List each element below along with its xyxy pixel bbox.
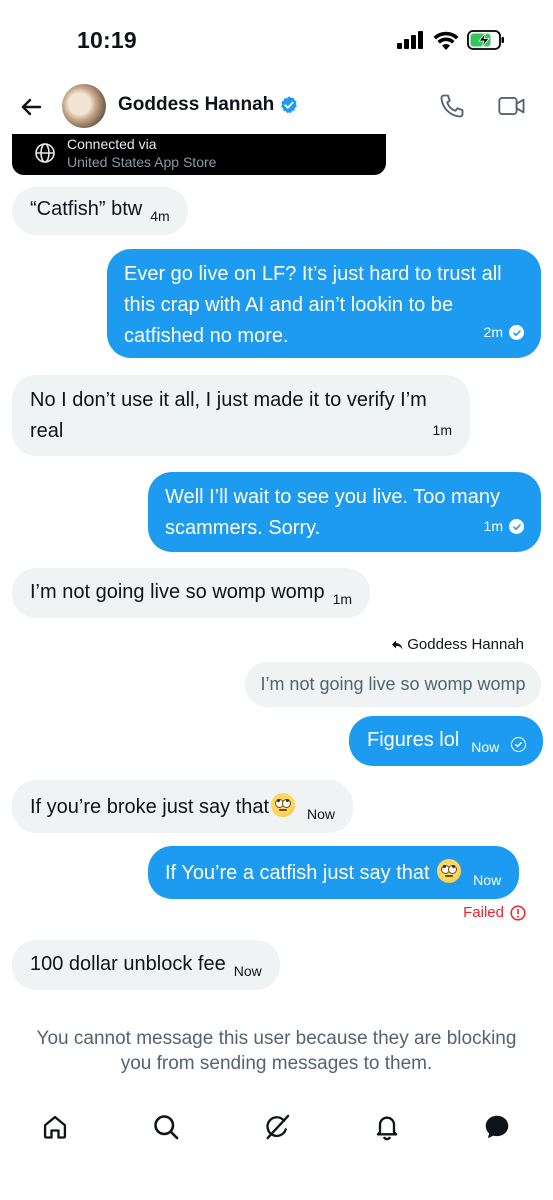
message-text: Well I’ll wait to see you live. Too many… <box>165 486 500 539</box>
status-bar: 10:19 <box>0 0 553 80</box>
home-indicator-area <box>0 1180 553 1200</box>
failed-status[interactable]: Failed <box>463 904 526 921</box>
message-meta: 1m <box>484 511 524 542</box>
message-text: I’m not going live so womp womp <box>30 581 325 603</box>
voice-call-button[interactable] <box>438 92 468 122</box>
message-outgoing[interactable]: If You’re a catfish just say that Now <box>148 846 520 899</box>
sent-check-icon <box>509 325 524 340</box>
failed-label: Failed <box>463 904 504 921</box>
video-camera-icon <box>498 97 525 115</box>
message-incoming[interactable]: I’m not going live so womp womp 1m <box>12 568 371 618</box>
rolling-eyes-emoji-icon <box>271 793 296 817</box>
message-text: Ever go live on LF? It’s just hard to tr… <box>124 263 502 347</box>
home-icon <box>43 1115 67 1139</box>
connected-label: Connected via <box>67 136 157 152</box>
error-info-icon <box>510 904 526 921</box>
message-outgoing[interactable]: Well I’ll wait to see you live. Too many… <box>148 472 541 552</box>
status-time: 10:19 <box>77 27 137 53</box>
message-time: 2m <box>483 324 503 340</box>
nav-messages[interactable] <box>480 1110 514 1144</box>
message-text: If You’re a catfish just say that <box>165 862 430 884</box>
message-time: Now <box>473 872 502 888</box>
back-arrow-icon <box>21 98 42 116</box>
message-time: 1m <box>432 422 452 438</box>
phone-icon <box>440 94 464 118</box>
message-text: “Catfish” btw <box>30 198 143 220</box>
message-time: 1m <box>483 518 503 534</box>
message-text: 100 dollar unblock fee <box>30 953 226 975</box>
reply-arrow-icon <box>392 640 403 649</box>
message-incoming[interactable]: No I don’t use it all, I just made it to… <box>12 375 470 456</box>
avatar[interactable] <box>62 84 106 128</box>
nav-grok[interactable] <box>260 1110 294 1144</box>
message-time: 4m <box>150 208 170 224</box>
message-incoming[interactable]: 100 dollar unblock fee Now <box>12 940 280 990</box>
search-icon <box>154 1115 179 1140</box>
bottom-navigation <box>0 1100 553 1156</box>
message-incoming[interactable]: If you’re broke just say that Now <box>12 780 354 833</box>
bell-icon <box>376 1116 398 1141</box>
cellular-signal-icon <box>397 31 425 54</box>
message-outgoing[interactable]: Ever go live on LF? It’s just hard to tr… <box>107 249 541 358</box>
sent-check-icon <box>509 519 524 534</box>
message-time: Now <box>233 963 262 979</box>
message-meta: 2m <box>484 317 524 348</box>
conversation-title[interactable]: Goddess Hannah <box>118 94 299 116</box>
message-text: Figures lol <box>367 729 460 751</box>
message-time: Now <box>471 739 500 755</box>
nav-search[interactable] <box>149 1110 183 1144</box>
reply-indicator: Goddess Hannah <box>391 636 524 653</box>
verified-badge-icon <box>281 96 298 114</box>
wifi-icon <box>433 31 459 55</box>
back-button[interactable] <box>14 90 48 124</box>
contact-name: Goddess Hannah <box>118 94 275 115</box>
sending-check-icon <box>510 737 526 752</box>
message-text: If you’re broke just say that <box>30 796 270 818</box>
blocked-notice: You cannot message this user because the… <box>36 1028 517 1074</box>
globe-icon <box>34 142 56 164</box>
message-bubble-icon <box>485 1115 509 1139</box>
battery-charging-icon <box>467 30 505 55</box>
message-incoming[interactable]: “Catfish” btw 4m <box>12 187 188 235</box>
message-time: 1m <box>332 591 353 607</box>
video-call-button[interactable] <box>497 92 529 122</box>
status-icons <box>397 30 505 55</box>
message-time: Now <box>307 806 336 822</box>
message-meta: 1m <box>433 415 452 446</box>
nav-home[interactable] <box>38 1110 72 1144</box>
message-text: No I don’t use it all, I just made it to… <box>30 389 427 442</box>
conversation-header: Goddess Hannah <box>0 80 553 134</box>
grok-icon <box>266 1114 290 1140</box>
quoted-message[interactable]: I’m not going live so womp womp <box>245 662 541 707</box>
nav-notifications[interactable] <box>370 1110 404 1144</box>
reply-to-name: Goddess Hannah <box>407 636 524 653</box>
rolling-eyes-emoji-icon <box>437 859 462 883</box>
message-outgoing[interactable]: Figures lol Now <box>349 716 543 766</box>
connected-store: United States App Store <box>67 154 217 170</box>
